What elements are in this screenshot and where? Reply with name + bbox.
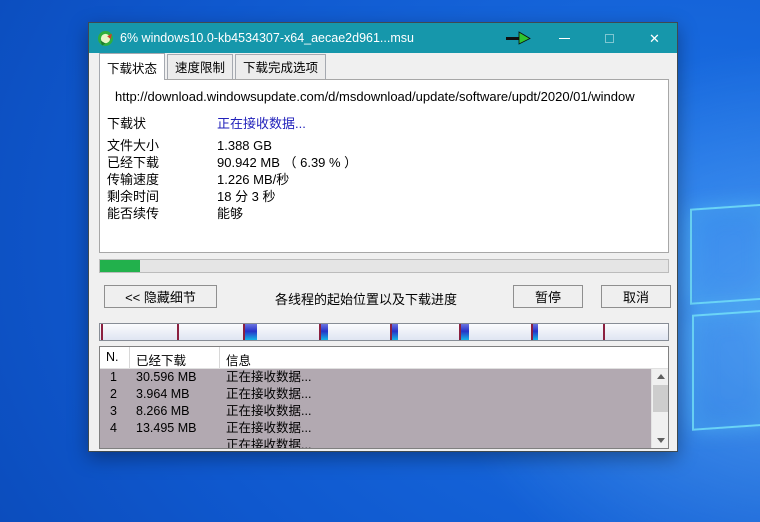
- hide-details-button[interactable]: << 隐藏细节: [104, 285, 217, 308]
- progress-fill: [100, 260, 140, 272]
- cell-downloaded: [130, 437, 220, 448]
- speed-label: 传输速度: [107, 171, 217, 188]
- column-header-downloaded[interactable]: 已经下载: [130, 347, 220, 368]
- cell-downloaded: 3.964 MB: [130, 386, 220, 403]
- status-row: 下载状 正在接收数据...: [107, 115, 668, 132]
- speed-row: 传输速度 1.226 MB/秒: [107, 171, 668, 188]
- thread-progress-segment: [243, 324, 257, 340]
- cell-n: [100, 437, 130, 448]
- minimize-icon: [559, 38, 570, 39]
- pause-button[interactable]: 暂停: [513, 285, 583, 308]
- file-size-label: 文件大小: [107, 137, 217, 154]
- time-left-row: 剩余时间 18 分 3 秒: [107, 188, 668, 205]
- cancel-button[interactable]: 取消: [601, 285, 671, 308]
- tab-on-completion[interactable]: 下载完成选项: [235, 54, 326, 79]
- cell-info: 正在接收数据...: [220, 437, 651, 448]
- progress-bar: [99, 259, 669, 273]
- speed-value: 1.226 MB/秒: [217, 171, 289, 188]
- downloaded-row: 已经下载 90.942 MB （ 6.39 % ）: [107, 154, 668, 171]
- file-size-value: 1.388 GB: [217, 137, 272, 154]
- threads-caption: 各线程的起始位置以及下载进度: [219, 289, 513, 308]
- cell-downloaded: 8.266 MB: [130, 403, 220, 420]
- minimize-button[interactable]: [542, 23, 587, 53]
- table-scrollbar[interactable]: [651, 369, 668, 448]
- file-size-row: 文件大小 1.388 GB: [107, 137, 668, 154]
- resume-label: 能否续传: [107, 205, 217, 222]
- scroll-up-icon: [657, 374, 665, 379]
- tab-download-status[interactable]: 下载状态: [99, 53, 165, 80]
- desktop-logo-pane-bottom: [692, 309, 760, 431]
- cell-n: 2: [100, 386, 130, 403]
- scroll-down-icon: [657, 438, 665, 443]
- cell-n: 1: [100, 369, 130, 386]
- status-value: 正在接收数据...: [217, 115, 306, 132]
- resume-value: 能够: [217, 205, 243, 222]
- time-left-value: 18 分 3 秒: [217, 188, 276, 205]
- table-row[interactable]: 2 3.964 MB 正在接收数据...: [100, 386, 651, 403]
- scrollbar-thumb[interactable]: [653, 385, 668, 412]
- time-left-label: 剩余时间: [107, 188, 217, 205]
- titlebar[interactable]: 6% windows10.0-kb4534307-x64_aecae2d961.…: [89, 23, 677, 53]
- thread-start-marker: [390, 324, 392, 340]
- cell-n: 3: [100, 403, 130, 420]
- tab-bar: 下载状态 速度限制 下载完成选项: [99, 59, 328, 79]
- download-arrow-icon: [505, 31, 531, 45]
- cell-downloaded: 30.596 MB: [130, 369, 220, 386]
- table-row[interactable]: 3 8.266 MB 正在接收数据...: [100, 403, 651, 420]
- cell-info: 正在接收数据...: [220, 386, 651, 403]
- download-progress-window: 6% windows10.0-kb4534307-x64_aecae2d961.…: [88, 22, 678, 452]
- scroll-up-button[interactable]: [652, 369, 669, 384]
- desktop-logo-pane-top: [690, 203, 760, 305]
- cell-info: 正在接收数据...: [220, 403, 651, 420]
- thread-start-marker: [243, 324, 245, 340]
- table-row[interactable]: 4 13.495 MB 正在接收数据...: [100, 420, 651, 437]
- window-title: 6% windows10.0-kb4534307-x64_aecae2d961.…: [120, 31, 414, 45]
- column-header-info[interactable]: 信息: [220, 347, 668, 368]
- maximize-button[interactable]: [587, 23, 632, 53]
- cell-downloaded: 13.495 MB: [130, 420, 220, 437]
- resume-row: 能否续传 能够: [107, 205, 668, 222]
- status-label: 下载状: [107, 115, 217, 132]
- downloaded-value: 90.942 MB （ 6.39 % ）: [217, 154, 357, 171]
- cell-info: 正在接收数据...: [220, 420, 651, 437]
- thread-start-marker: [603, 324, 605, 340]
- close-icon: ✕: [649, 32, 660, 45]
- thread-start-marker: [531, 324, 533, 340]
- threads-table-header: N. 已经下载 信息: [100, 347, 668, 369]
- threads-table-body: 1 30.596 MB 正在接收数据... 2 3.964 MB 正在接收数据.…: [100, 369, 651, 448]
- downloaded-label: 已经下载: [107, 154, 217, 171]
- thread-start-marker: [459, 324, 461, 340]
- table-row[interactable]: 1 30.596 MB 正在接收数据...: [100, 369, 651, 386]
- cell-info: 正在接收数据...: [220, 369, 651, 386]
- scroll-down-button[interactable]: [652, 433, 669, 448]
- maximize-icon: [605, 34, 614, 43]
- thread-start-marker: [177, 324, 179, 340]
- threads-table: N. 已经下载 信息 1 30.596 MB 正在接收数据... 2 3.964…: [99, 346, 669, 449]
- idm-logo-icon: [97, 30, 114, 47]
- cell-n: 4: [100, 420, 130, 437]
- thread-start-marker: [101, 324, 103, 340]
- thread-start-marker: [319, 324, 321, 340]
- column-header-n[interactable]: N.: [100, 347, 130, 368]
- tab-speed-limit[interactable]: 速度限制: [167, 54, 233, 79]
- close-button[interactable]: ✕: [632, 23, 677, 53]
- download-url: http://download.windowsupdate.com/d/msdo…: [115, 89, 664, 104]
- table-row[interactable]: 正在接收数据...: [100, 437, 651, 448]
- status-panel: http://download.windowsupdate.com/d/msdo…: [99, 79, 669, 253]
- thread-bar: [99, 323, 669, 341]
